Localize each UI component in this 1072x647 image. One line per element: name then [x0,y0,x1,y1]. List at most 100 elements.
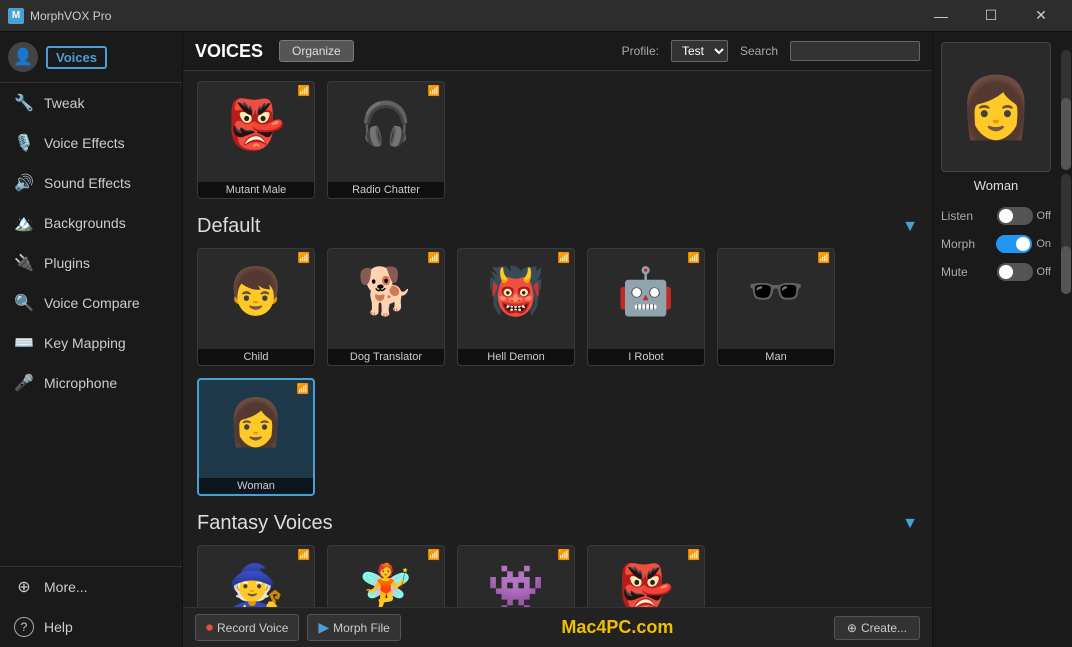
record-voice-button[interactable]: ⏺ Record Voice [195,614,299,641]
voice-card-image: 👾 [458,546,574,607]
listen-toggle-thumb [999,209,1013,223]
sidebar-label-tweak: Tweak [44,95,84,111]
mute-toggle-thumb [999,265,1013,279]
voice-card-child[interactable]: 📶 👦 Child [197,248,315,366]
sidebar-label-microphone: Microphone [44,375,117,391]
voice-card-image: 🐕 [328,249,444,334]
default-collapse-button[interactable]: ▼ [902,218,918,236]
voice-card-label: Dog Translator [328,349,444,365]
voice-compare-icon: 🔍 [14,293,34,313]
voice-card-image: 👹 [458,249,574,334]
sidebar-label-voice-effects: Voice Effects [44,135,125,151]
voice-card-image: 🤖 [588,249,704,334]
create-label: Create... [861,621,907,635]
create-plus-icon: ⊕ [847,621,857,635]
sidebar-label-voice-compare: Voice Compare [44,295,140,311]
sidebar-item-sound-effects[interactable]: 🔊 Sound Effects [0,163,182,203]
sound-effects-icon: 🔊 [14,173,34,193]
voice-effects-icon: 🎙️ [14,133,34,153]
morph-label: Morph File [333,621,390,635]
mute-toggle-state: Off [1037,266,1051,278]
morph-label: Morph [941,237,975,251]
slider-1[interactable] [1061,50,1071,170]
maximize-button[interactable]: ☐ [968,0,1014,32]
record-icon: ⏺ [206,619,213,636]
sidebar-item-plugins[interactable]: 🔌 Plugins [0,243,182,283]
sidebar-label-backgrounds: Backgrounds [44,215,126,231]
morph-toggle-thumb [1016,237,1030,251]
voice-card-image: 🧚 [328,546,444,607]
voice-card-dog-translator[interactable]: 📶 🐕 Dog Translator [327,248,445,366]
microphone-icon: 🎤 [14,373,34,393]
app-icon: M [8,8,24,24]
right-panel: 👩 Woman Listen Off Morph [932,32,1072,647]
voice-card-i-robot[interactable]: 📶 🤖 I Robot [587,248,705,366]
sidebar-item-voice-compare[interactable]: 🔍 Voice Compare [0,283,182,323]
search-input[interactable] [790,41,920,61]
sidebar-item-microphone[interactable]: 🎤 Microphone [0,363,182,403]
voice-card-radio-chatter[interactable]: 📶 🎧 Radio Chatter [327,81,445,199]
voices-button[interactable]: Voices [46,46,107,69]
voice-card-label: I Robot [588,349,704,365]
voice-card-hell-demon[interactable]: 📶 👹 Hell Demon [457,248,575,366]
sidebar-item-tweak[interactable]: 🔧 Tweak [0,83,182,123]
morph-toggle-state: On [1036,238,1051,250]
backgrounds-icon: 🏔️ [14,213,34,233]
voice-card-image: 👺 [588,546,704,607]
voice-card-image: 🧙 [198,546,314,607]
mute-toggle-track[interactable] [997,263,1033,281]
voice-card-female-pixie[interactable]: 📶 🧚 Female Pixie [327,545,445,607]
close-button[interactable]: ✕ [1018,0,1064,32]
sidebar-item-voice-effects[interactable]: 🎙️ Voice Effects [0,123,182,163]
voice-card-man[interactable]: 📶 🕶️ Man [717,248,835,366]
record-label: Record Voice [217,621,288,635]
default-section-title: Default [197,215,260,238]
voice-card-label: Mutant Male [198,182,314,198]
voice-card-dwarf[interactable]: 📶 🧙 Dwarf [197,545,315,607]
sidebar-item-help[interactable]: ? Help [0,607,182,647]
app-title: MorphVOX Pro [30,9,918,23]
morph-file-button[interactable]: ▶ Morph File [307,614,400,641]
listen-toggle-track[interactable] [997,207,1033,225]
slider-2[interactable] [1061,174,1071,294]
fantasy-collapse-button[interactable]: ▼ [902,515,918,533]
section-title: VOICES [195,41,263,62]
mute-toggle[interactable]: Off [997,263,1051,281]
fantasy-section-header: Fantasy Voices ▼ [197,512,918,535]
sidebar-item-key-mapping[interactable]: ⌨️ Key Mapping [0,323,182,363]
organize-button[interactable]: Organize [279,40,354,62]
preview-name: Woman [941,178,1051,193]
voice-card-image: 👦 [198,249,314,334]
voice-card-woman[interactable]: 📶 👩 Woman [197,378,315,496]
voice-card-image: 👺 [198,82,314,167]
sidebar-item-more[interactable]: ⊕ More... [0,567,182,607]
fantasy-voice-grid: 📶 🧙 Dwarf 📶 🧚 Female Pixie 📶 👾 Giant 📶 [197,545,918,607]
profile-select[interactable]: Test [671,40,728,62]
voice-card-label: Hell Demon [458,349,574,365]
voice-card-nasty-gnome[interactable]: 📶 👺 Nasty Gnome [587,545,705,607]
voices-scroll-area[interactable]: 📶 👺 Mutant Male 📶 🎧 Radio Chatter Defaul… [183,71,932,607]
listen-toggle-state: Off [1037,210,1051,222]
morph-control-row: Morph On [941,235,1051,253]
listen-label: Listen [941,209,973,223]
preview-face-icon: 👩 [959,72,1034,143]
voice-card-giant[interactable]: 📶 👾 Giant [457,545,575,607]
watermark: Mac4PC.com [409,617,826,638]
minimize-button[interactable]: — [918,0,964,32]
morph-toggle-track[interactable] [996,235,1032,253]
listen-control-row: Listen Off [941,207,1051,225]
default-voice-grid: 📶 👦 Child 📶 🐕 Dog Translator 📶 👹 Hell De… [197,248,918,496]
sidebar-item-backgrounds[interactable]: 🏔️ Backgrounds [0,203,182,243]
sidebar-header: 👤 Voices [0,32,182,83]
sidebar-label-plugins: Plugins [44,255,90,271]
voice-card-label: Radio Chatter [328,182,444,198]
content-header: VOICES Organize Profile: Test Search [183,32,932,71]
content-area: VOICES Organize Profile: Test Search 📶 👺… [183,32,932,647]
more-icon: ⊕ [14,577,34,597]
voice-card-mutant-male[interactable]: 📶 👺 Mutant Male [197,81,315,199]
voice-card-image: 🕶️ [718,249,834,334]
create-button[interactable]: ⊕ Create... [834,616,920,640]
listen-toggle[interactable]: Off [997,207,1051,225]
morph-toggle[interactable]: On [996,235,1051,253]
sidebar-bottom: ⊕ More... ? Help [0,566,182,647]
